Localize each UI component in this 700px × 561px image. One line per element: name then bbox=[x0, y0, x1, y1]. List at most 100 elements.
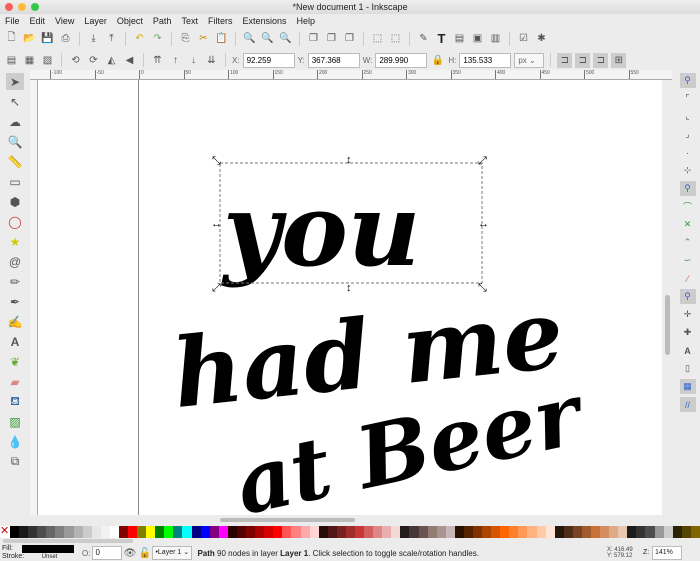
align-distribute-icon[interactable]: ▥ bbox=[488, 31, 503, 46]
color-swatch[interactable] bbox=[100, 526, 110, 538]
color-swatch[interactable] bbox=[73, 526, 83, 538]
color-swatch[interactable] bbox=[391, 526, 401, 538]
cut-icon[interactable]: ✂ bbox=[196, 31, 211, 46]
rectangle-tool-icon[interactable]: ▭ bbox=[6, 173, 24, 190]
color-swatch[interactable] bbox=[373, 526, 383, 538]
menu-path[interactable]: Path bbox=[153, 14, 172, 28]
unlink-clone-icon[interactable]: ❐ bbox=[342, 31, 357, 46]
color-swatch[interactable] bbox=[545, 526, 555, 538]
color-swatch[interactable] bbox=[336, 526, 346, 538]
color-swatch[interactable] bbox=[663, 526, 673, 538]
spray-tool-icon[interactable]: ❦ bbox=[6, 353, 24, 370]
snap-bbox-midpoint-icon[interactable]: · bbox=[680, 145, 696, 160]
color-swatch[interactable] bbox=[418, 526, 428, 538]
scale-corners-icon[interactable]: ⊐ bbox=[575, 52, 591, 68]
color-swatch[interactable] bbox=[491, 526, 501, 538]
layer-visibility-icon[interactable]: 👁 bbox=[122, 546, 137, 561]
color-swatch[interactable] bbox=[609, 526, 619, 538]
artwork-line-you[interactable]: you bbox=[221, 171, 421, 289]
snap-others-icon[interactable]: ⚲ bbox=[679, 289, 696, 304]
connector-tool-icon[interactable]: ⧉ bbox=[6, 453, 24, 470]
no-paint-swatch[interactable]: ✕ bbox=[0, 526, 10, 538]
color-swatch[interactable] bbox=[64, 526, 74, 538]
deselect-icon[interactable]: ▧ bbox=[40, 53, 55, 68]
snap-text-baseline-icon[interactable]: A bbox=[680, 343, 696, 358]
color-swatch[interactable] bbox=[500, 526, 510, 538]
color-swatch[interactable] bbox=[445, 526, 455, 538]
snap-toggle-icon[interactable]: ⚲ bbox=[679, 73, 696, 88]
snap-bbox-icon[interactable]: ⌜ bbox=[680, 91, 696, 106]
snap-intersections-icon[interactable]: ✕ bbox=[680, 217, 696, 232]
copy-icon[interactable]: ⎘ bbox=[178, 31, 193, 46]
minimize-window-button[interactable] bbox=[18, 3, 26, 11]
transform-patterns-icon[interactable]: ⊞ bbox=[611, 52, 627, 68]
color-swatch[interactable] bbox=[581, 526, 591, 538]
canvas[interactable]: you had me at Beer ⤡ ↕ ⤢ ↔ ↔ ⤢ ↕ ⤡ bbox=[38, 80, 662, 515]
y-input[interactable] bbox=[307, 52, 360, 68]
flip-horizontal-icon[interactable]: ◭ bbox=[104, 53, 119, 68]
color-swatch[interactable] bbox=[173, 526, 183, 538]
scale-stroke-icon[interactable]: ⊐ bbox=[557, 52, 573, 68]
redo-icon[interactable]: ↷ bbox=[150, 31, 165, 46]
duplicate-icon[interactable]: ❐ bbox=[306, 31, 321, 46]
artwork[interactable]: you had me at Beer ⤡ ↕ ⤢ ↔ ↔ ⤢ ↕ ⤡ bbox=[38, 80, 662, 515]
text-tool-icon[interactable]: A bbox=[6, 333, 24, 350]
zoom-drawing-icon[interactable]: 🔍 bbox=[260, 31, 275, 46]
color-swatch[interactable] bbox=[236, 526, 247, 538]
color-swatch[interactable] bbox=[645, 526, 655, 538]
zoom-tool-icon[interactable]: 🔍 bbox=[6, 133, 24, 150]
color-swatch[interactable] bbox=[300, 526, 310, 538]
document-properties-icon[interactable]: ☑ bbox=[516, 31, 531, 46]
measure-tool-icon[interactable]: 📏 bbox=[6, 153, 24, 170]
color-swatch[interactable] bbox=[264, 526, 274, 538]
text-font-icon[interactable]: T bbox=[434, 31, 449, 46]
select-all-icon[interactable]: ▤ bbox=[4, 53, 19, 68]
lower-icon[interactable]: ↓ bbox=[186, 53, 201, 68]
color-swatch[interactable] bbox=[591, 526, 601, 538]
x-input[interactable] bbox=[242, 52, 295, 68]
color-swatch[interactable] bbox=[354, 526, 365, 538]
snap-bbox-corner-icon[interactable]: ⌟ bbox=[680, 127, 696, 142]
color-swatch[interactable] bbox=[382, 526, 392, 538]
color-swatch[interactable] bbox=[46, 526, 56, 538]
color-swatch[interactable] bbox=[554, 526, 564, 538]
snap-grid-icon[interactable]: ▦ bbox=[679, 379, 696, 394]
color-swatch[interactable] bbox=[509, 526, 519, 538]
color-swatch[interactable] bbox=[482, 526, 492, 538]
color-swatch[interactable] bbox=[282, 526, 292, 538]
color-swatch[interactable] bbox=[164, 526, 174, 538]
vertical-scrollbar[interactable] bbox=[664, 80, 672, 515]
snap-midpoints-icon[interactable]: ⁄ bbox=[680, 271, 696, 286]
color-swatch[interactable] bbox=[427, 526, 437, 538]
snap-page-icon[interactable]: ▯ bbox=[680, 361, 696, 376]
paste-icon[interactable]: 📋 bbox=[214, 31, 229, 46]
color-swatch[interactable] bbox=[91, 526, 101, 538]
pencil-tool-icon[interactable]: ✏ bbox=[6, 273, 24, 290]
spiral-tool-icon[interactable]: @ bbox=[6, 253, 24, 270]
color-swatch[interactable] bbox=[436, 526, 446, 538]
color-swatch[interactable] bbox=[672, 526, 682, 538]
color-swatch[interactable] bbox=[681, 526, 691, 538]
node-tool-icon[interactable]: ↖ bbox=[6, 93, 24, 110]
print-icon[interactable]: ⎙ bbox=[58, 31, 73, 46]
color-swatch[interactable] bbox=[28, 526, 38, 538]
color-palette[interactable]: ✕ bbox=[0, 526, 700, 538]
w-input[interactable] bbox=[375, 52, 428, 68]
select-all-layers-icon[interactable]: ▦ bbox=[22, 53, 37, 68]
lower-to-bottom-icon[interactable]: ⇊ bbox=[204, 53, 219, 68]
color-swatch[interactable] bbox=[472, 526, 483, 538]
color-swatch[interactable] bbox=[19, 526, 29, 538]
color-swatch[interactable] bbox=[146, 526, 156, 538]
3d-box-tool-icon[interactable]: ⬢ bbox=[6, 193, 24, 210]
color-swatch[interactable] bbox=[563, 526, 573, 538]
color-swatch[interactable] bbox=[309, 526, 319, 538]
tweak-tool-icon[interactable]: ☁ bbox=[6, 113, 24, 130]
color-swatch[interactable] bbox=[364, 526, 374, 538]
color-swatch[interactable] bbox=[345, 526, 355, 538]
color-swatch[interactable] bbox=[273, 526, 283, 538]
color-swatch[interactable] bbox=[182, 526, 192, 538]
save-icon[interactable]: 💾 bbox=[40, 31, 55, 46]
snap-smooth-icon[interactable]: ∽ bbox=[680, 253, 696, 268]
stroke-value[interactable]: Unset bbox=[22, 553, 77, 561]
color-swatch[interactable] bbox=[636, 526, 646, 538]
